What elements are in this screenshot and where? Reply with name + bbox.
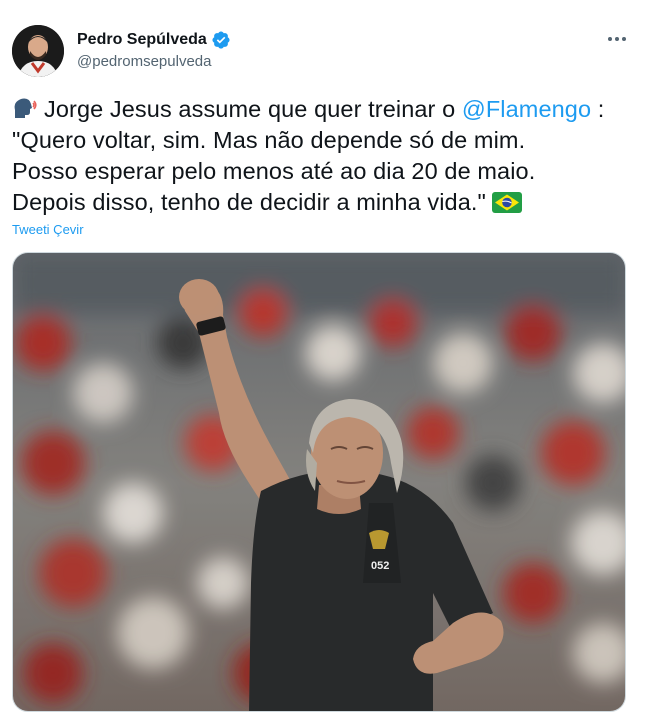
tweet-text-part: Depois disso, tenho de decidir a minha v… — [12, 189, 486, 215]
verified-badge-icon — [211, 30, 231, 50]
tweet-line-2: "Quero voltar, sim. Mas não depende só d… — [12, 127, 526, 153]
tweet-text-part: Jorge Jesus assume que quer treinar o — [44, 96, 462, 122]
translate-tweet-link[interactable]: Tweeti Çevir — [12, 222, 84, 237]
tweet-card[interactable]: Pedro Sepúlveda @pedromsepulveda Jorge J… — [0, 0, 650, 718]
brazil-flag-icon — [491, 190, 522, 213]
tweet-photo[interactable]: 052 — [12, 252, 626, 712]
author-name-row[interactable]: Pedro Sepúlveda — [77, 30, 231, 50]
mention-link[interactable]: @Flamengo — [462, 96, 591, 122]
tweet-line-4: Depois disso, tenho de decidir a minha v… — [12, 187, 638, 218]
tweet-text: Jorge Jesus assume que quer treinar o @F… — [12, 94, 638, 218]
author-handle[interactable]: @pedromsepulveda — [77, 53, 211, 70]
tweet-line-1: Jorge Jesus assume que quer treinar o @F… — [12, 94, 638, 125]
speaking-head-icon — [12, 96, 38, 120]
tweet-text-part: : — [591, 96, 605, 122]
avatar[interactable] — [12, 25, 64, 77]
more-options-button[interactable] — [606, 28, 628, 50]
person-avatar-icon — [12, 25, 64, 77]
author-name[interactable]: Pedro Sepúlveda — [77, 31, 207, 49]
more-horizontal-icon — [608, 37, 626, 41]
tweet-line-3: Posso esperar pelo menos até ao dia 20 d… — [12, 158, 536, 184]
coach-photo-image: 052 — [13, 253, 625, 711]
